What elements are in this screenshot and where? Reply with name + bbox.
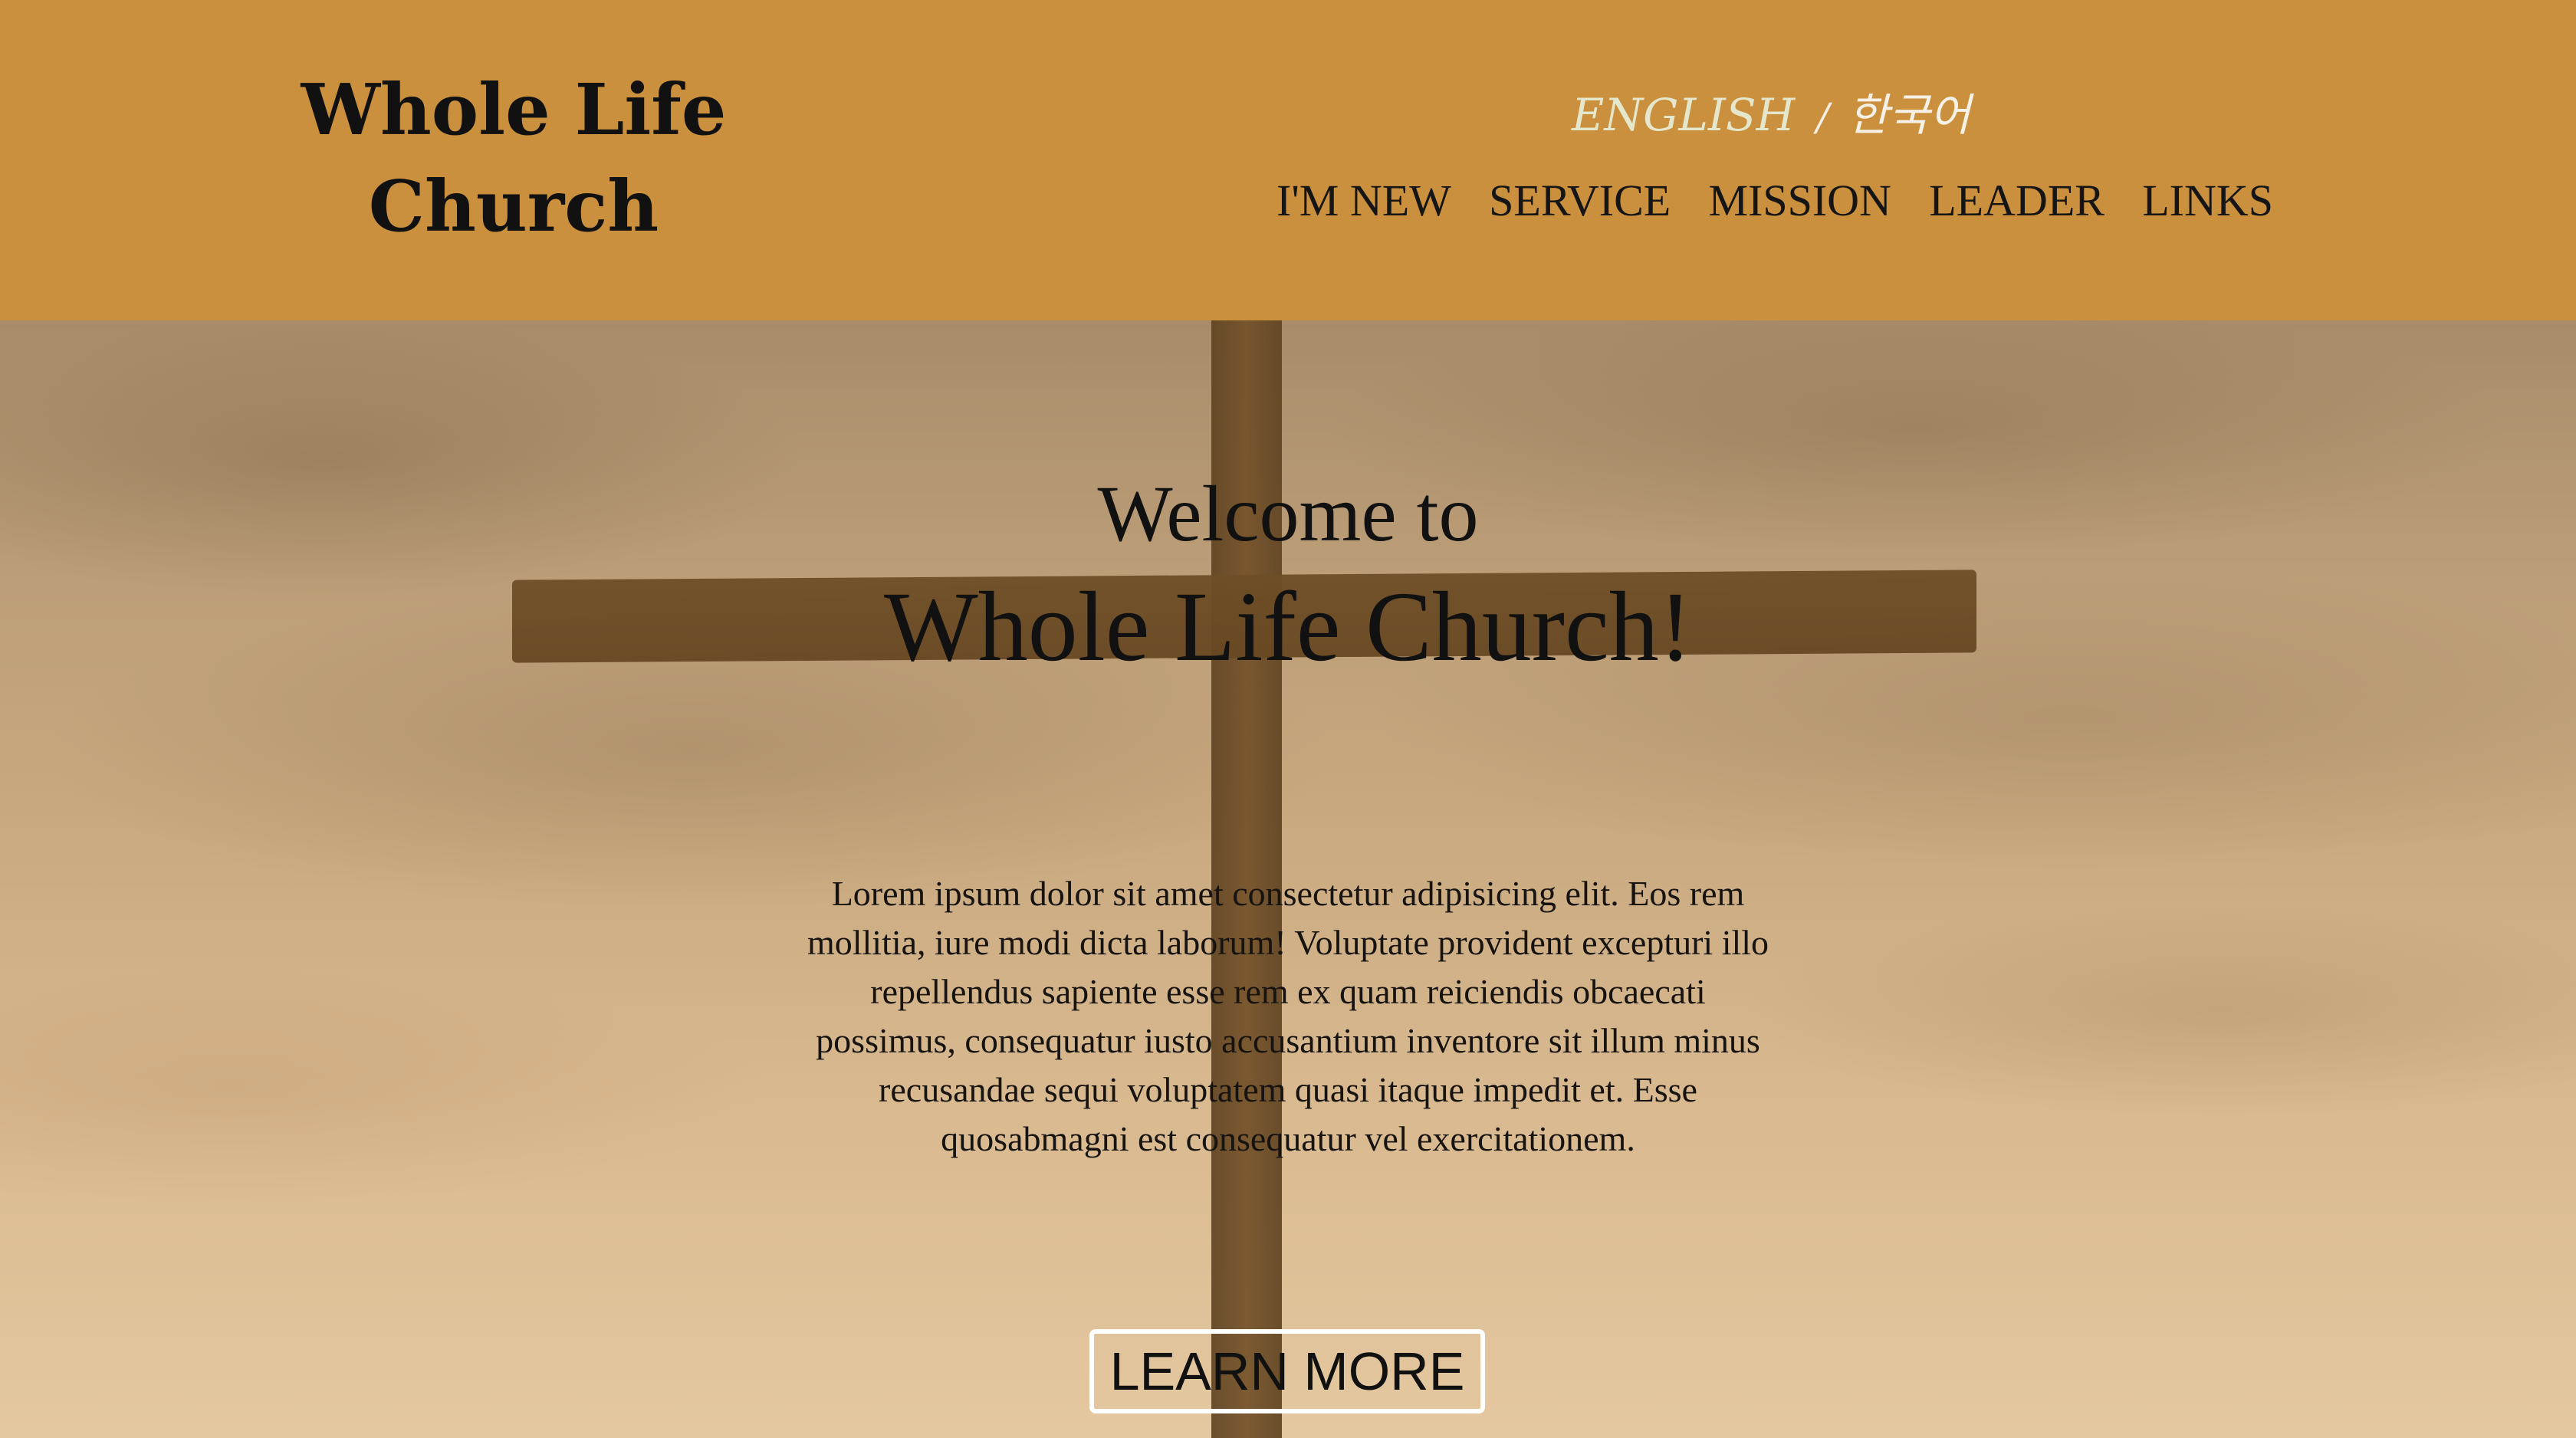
hero-section: Welcome to Whole Life Church! Lorem ipsu… xyxy=(0,320,2576,1438)
logo-line-2: Church xyxy=(368,165,659,248)
main-nav: I'M NEW SERVICE MISSION LEADER LINKS xyxy=(1276,170,2273,231)
language-separator: / xyxy=(1816,95,1830,140)
language-switcher: ENGLISH / 한국어 xyxy=(1572,80,1970,149)
learn-more-button[interactable]: LEARN MORE xyxy=(1089,1329,1485,1413)
nav-item-service[interactable]: SERVICE xyxy=(1489,170,1671,231)
welcome-heading-small: Welcome to xyxy=(1097,470,1479,558)
site-header: Whole Life Church ENGLISH / 한국어 I'M NEW SE… xyxy=(0,0,2576,320)
language-korean-link[interactable]: 한국어 xyxy=(1848,89,1970,141)
logo-line-1: Whole Life xyxy=(301,68,727,151)
language-english-link[interactable]: ENGLISH xyxy=(1572,89,1795,141)
nav-item-im-new[interactable]: I'M NEW xyxy=(1276,170,1451,231)
welcome-heading-large: Whole Life Church! xyxy=(883,572,1693,682)
nav-item-leader[interactable]: LEADER xyxy=(1929,170,2104,231)
nav-item-links[interactable]: LINKS xyxy=(2142,170,2273,231)
site-logo[interactable]: Whole Life Church xyxy=(284,61,744,254)
nav-item-mission[interactable]: MISSION xyxy=(1708,170,1891,231)
intro-paragraph: Lorem ipsum dolor sit amet consectetur a… xyxy=(807,874,1769,1158)
